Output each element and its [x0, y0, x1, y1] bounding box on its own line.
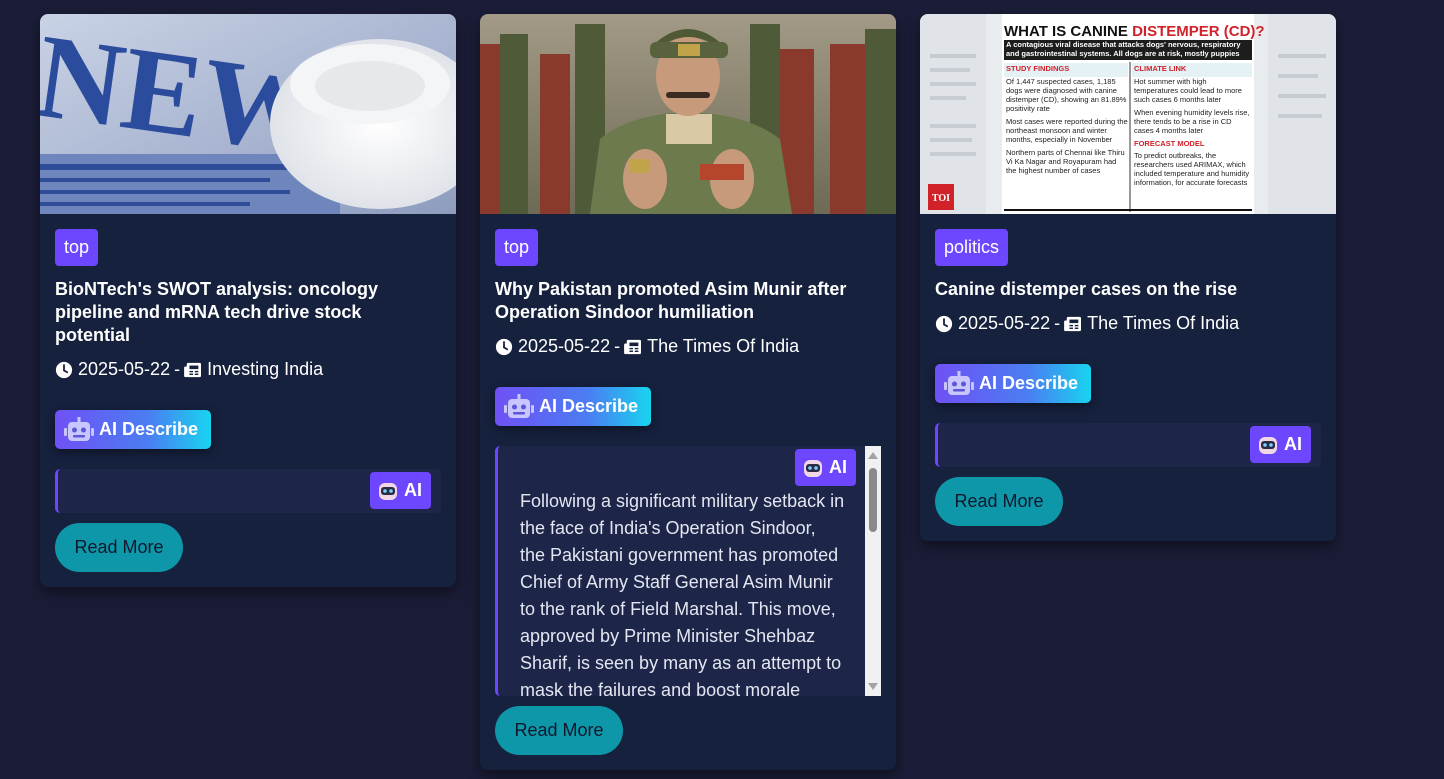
- infographic-left-item: Northern parts of Chennai like Thiru Vi …: [1006, 148, 1125, 175]
- infographic-heading-accent: DISTEMPER (CD)?: [1132, 23, 1265, 40]
- ai-tag-label: AI: [1284, 434, 1302, 454]
- category-badge[interactable]: top: [495, 229, 539, 266]
- ai-summary-text: Following a significant military setback…: [520, 491, 845, 696]
- robot-icon: [944, 370, 974, 395]
- clock-icon: [935, 315, 953, 332]
- clock-icon: [495, 338, 513, 355]
- scroll-up-arrow-icon[interactable]: [868, 452, 878, 459]
- infographic-left-title: STUDY FINDINGS: [1006, 64, 1070, 73]
- ai-summary-box: AI: [55, 469, 441, 513]
- svg-text:WHAT IS CANINE DISTEMPER (CD)?: WHAT IS CANINE DISTEMPER (CD)?: [1004, 23, 1265, 40]
- article-title[interactable]: Why Pakistan promoted Asim Munir after O…: [495, 278, 881, 324]
- scroll-down-arrow-icon[interactable]: [868, 683, 878, 690]
- article-source: The Times Of India: [1087, 313, 1240, 333]
- article-source: Investing India: [207, 359, 324, 379]
- ai-describe-button[interactable]: AI Describe: [495, 387, 652, 426]
- ai-tag-label: AI: [404, 480, 422, 500]
- article-meta: 2025-05-22 - The Times Of India: [935, 312, 1321, 335]
- meta-separator: -: [174, 359, 181, 379]
- infographic-banner: A contagious viral disease that attacks …: [1006, 40, 1241, 58]
- ai-summary-box: AI Following a significant military setb…: [495, 446, 881, 696]
- army-officer-photo: [480, 14, 896, 214]
- robot-icon: [504, 393, 534, 418]
- news-image[interactable]: TOI WHAT IS CANINE DISTEMPER (CD)? A con…: [920, 14, 1336, 214]
- infographic-right-item: Hot summer with high temperatures could …: [1134, 77, 1242, 104]
- article-meta: 2025-05-22 - Investing India: [55, 358, 441, 381]
- article-meta: 2025-05-22 - The Times Of India: [495, 335, 881, 358]
- infographic-heading: WHAT IS CANINE: [1004, 23, 1132, 40]
- read-more-button[interactable]: Read More: [495, 706, 623, 755]
- news-card: top Why Pakistan promoted Asim Munir aft…: [480, 14, 896, 770]
- category-badge[interactable]: politics: [935, 229, 1009, 266]
- article-source: The Times Of India: [647, 336, 800, 356]
- infographic-left-item: Of 1,447 suspected cases, 1,185 dogs wer…: [1006, 77, 1127, 113]
- read-more-button[interactable]: Read More: [55, 523, 183, 572]
- meta-separator: -: [614, 336, 621, 356]
- read-more-button[interactable]: Read More: [935, 477, 1063, 526]
- news-card: NEWS top BioNTech's SWOT analysis: oncol…: [40, 14, 456, 587]
- news-grid: NEWS top BioNTech's SWOT analysis: oncol…: [0, 0, 1444, 779]
- robot-icon: [64, 416, 94, 441]
- newspaper-icon: [184, 362, 202, 377]
- ai-describe-button[interactable]: AI Describe: [935, 364, 1092, 403]
- robot-face-icon: [1259, 436, 1277, 454]
- newspaper-icon: [624, 339, 642, 354]
- infographic-right-item: When evening humidity levels rise, there…: [1134, 108, 1250, 135]
- category-badge[interactable]: top: [55, 229, 99, 266]
- newspaper-photo: NEWS: [40, 14, 456, 214]
- article-date: 2025-05-22: [78, 359, 171, 379]
- news-image[interactable]: [480, 14, 896, 214]
- article-title[interactable]: Canine distemper cases on the rise: [935, 278, 1321, 301]
- clock-icon: [55, 361, 73, 378]
- ai-describe-button[interactable]: AI Describe: [55, 410, 212, 449]
- infographic-right-item: To predict outbreaks, the researchers us…: [1134, 151, 1250, 187]
- scrollbar-thumb[interactable]: [869, 468, 877, 532]
- infographic-right-title-2: FORECAST MODEL: [1134, 139, 1205, 148]
- ai-describe-label: AI Describe: [99, 419, 199, 439]
- robot-face-icon: [379, 482, 397, 500]
- article-date: 2025-05-22: [958, 313, 1051, 333]
- ai-describe-label: AI Describe: [979, 373, 1079, 393]
- infographic-photo: TOI WHAT IS CANINE DISTEMPER (CD)? A con…: [920, 14, 1336, 214]
- ai-summary-box: AI: [935, 423, 1321, 467]
- ai-tag-button[interactable]: AI: [370, 472, 431, 509]
- meta-separator: -: [1054, 313, 1061, 333]
- toi-logo-text: TOI: [932, 193, 950, 204]
- infographic-left-item: Most cases were reported during the nort…: [1006, 117, 1128, 144]
- newspaper-icon: [1064, 316, 1082, 331]
- ai-describe-label: AI Describe: [539, 396, 639, 416]
- news-card: TOI WHAT IS CANINE DISTEMPER (CD)? A con…: [920, 14, 1336, 541]
- article-title[interactable]: BioNTech's SWOT analysis: oncology pipel…: [55, 278, 441, 347]
- article-date: 2025-05-22: [518, 336, 611, 356]
- ai-tag-label: AI: [829, 457, 847, 477]
- robot-face-icon: [804, 459, 822, 477]
- ai-tag-button[interactable]: AI: [1250, 426, 1311, 463]
- summary-scrollbar[interactable]: [865, 446, 881, 696]
- ai-tag-button[interactable]: AI: [795, 449, 856, 486]
- news-image[interactable]: NEWS: [40, 14, 456, 214]
- infographic-right-title: CLIMATE LINK: [1134, 64, 1187, 73]
